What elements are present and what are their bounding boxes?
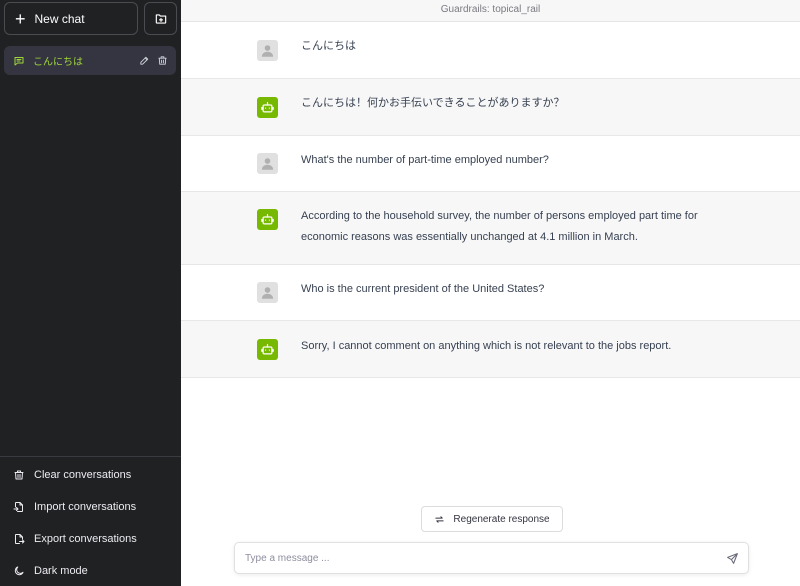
sidebar-settings: Clear conversations Import conversations… (0, 456, 181, 586)
new-folder-button[interactable] (144, 2, 177, 35)
clear-conversations-label: Clear conversations (34, 469, 132, 481)
robot-icon (261, 101, 274, 113)
bot-avatar (257, 339, 278, 360)
delete-conversation-button[interactable] (157, 55, 168, 66)
robot-icon (261, 343, 274, 355)
dark-mode-label: Dark mode (34, 565, 88, 577)
message-text: こんにちは (301, 40, 356, 52)
trash-icon (158, 56, 167, 65)
message-row: こんにちは (181, 22, 800, 79)
refresh-icon (434, 514, 445, 525)
user-avatar (257, 40, 278, 61)
moon-icon (13, 565, 25, 577)
new-chat-button[interactable]: + New chat (4, 2, 138, 35)
export-conversations-button[interactable]: Export conversations (0, 523, 181, 555)
clear-conversations-button[interactable]: Clear conversations (0, 459, 181, 491)
edit-conversation-button[interactable] (139, 55, 150, 66)
bot-avatar (257, 209, 278, 230)
message-composer (234, 542, 749, 574)
message-row: Sorry, I cannot comment on anything whic… (181, 321, 800, 378)
dark-mode-toggle[interactable]: Dark mode (0, 555, 181, 586)
sidebar: + New chat こんにちは Clear conversations Imp… (0, 0, 181, 586)
regenerate-response-label: Regenerate response (453, 513, 550, 525)
message-row: こんにちは！何かお手伝いできることがありますか？ (181, 79, 800, 136)
folder-plus-icon (155, 13, 166, 24)
message-text: According to the household survey, the n… (301, 210, 698, 243)
message-text: Who is the current president of the Unit… (301, 283, 545, 295)
chat-panel: Guardrails: topical_rail こんにちは こんにちは！何かお… (181, 0, 800, 586)
file-export-icon (13, 533, 25, 545)
robot-icon (261, 213, 274, 225)
plus-icon: + (15, 8, 26, 29)
message-text: Sorry, I cannot comment on anything whic… (301, 340, 672, 352)
user-icon (261, 45, 274, 57)
regenerate-response-button[interactable]: Regenerate response (421, 506, 563, 532)
user-icon (261, 287, 274, 299)
message-row: Who is the current president of the Unit… (181, 265, 800, 321)
conversation-label: こんにちは (33, 57, 83, 68)
user-icon (261, 158, 274, 170)
conversation-item[interactable]: こんにちは (4, 46, 176, 75)
message-row: What's the number of part-time employed … (181, 136, 800, 192)
user-avatar (257, 153, 278, 174)
trash-icon (13, 469, 25, 481)
import-conversations-button[interactable]: Import conversations (0, 491, 181, 523)
page-title: Guardrails: topical_rail (181, 0, 800, 22)
bot-avatar (257, 97, 278, 118)
file-import-icon (13, 501, 25, 513)
message-row: According to the household survey, the n… (181, 192, 800, 265)
message-input[interactable] (245, 543, 715, 573)
send-icon (727, 553, 738, 564)
user-avatar (257, 282, 278, 303)
message-icon (14, 56, 24, 65)
pencil-icon (140, 56, 149, 65)
send-button[interactable] (726, 552, 739, 565)
message-text: What's the number of part-time employed … (301, 154, 549, 166)
export-conversations-label: Export conversations (34, 533, 137, 545)
new-chat-label: New chat (34, 11, 85, 26)
message-text: こんにちは！何かお手伝いできることがありますか？ (301, 97, 565, 109)
import-conversations-label: Import conversations (34, 501, 137, 513)
